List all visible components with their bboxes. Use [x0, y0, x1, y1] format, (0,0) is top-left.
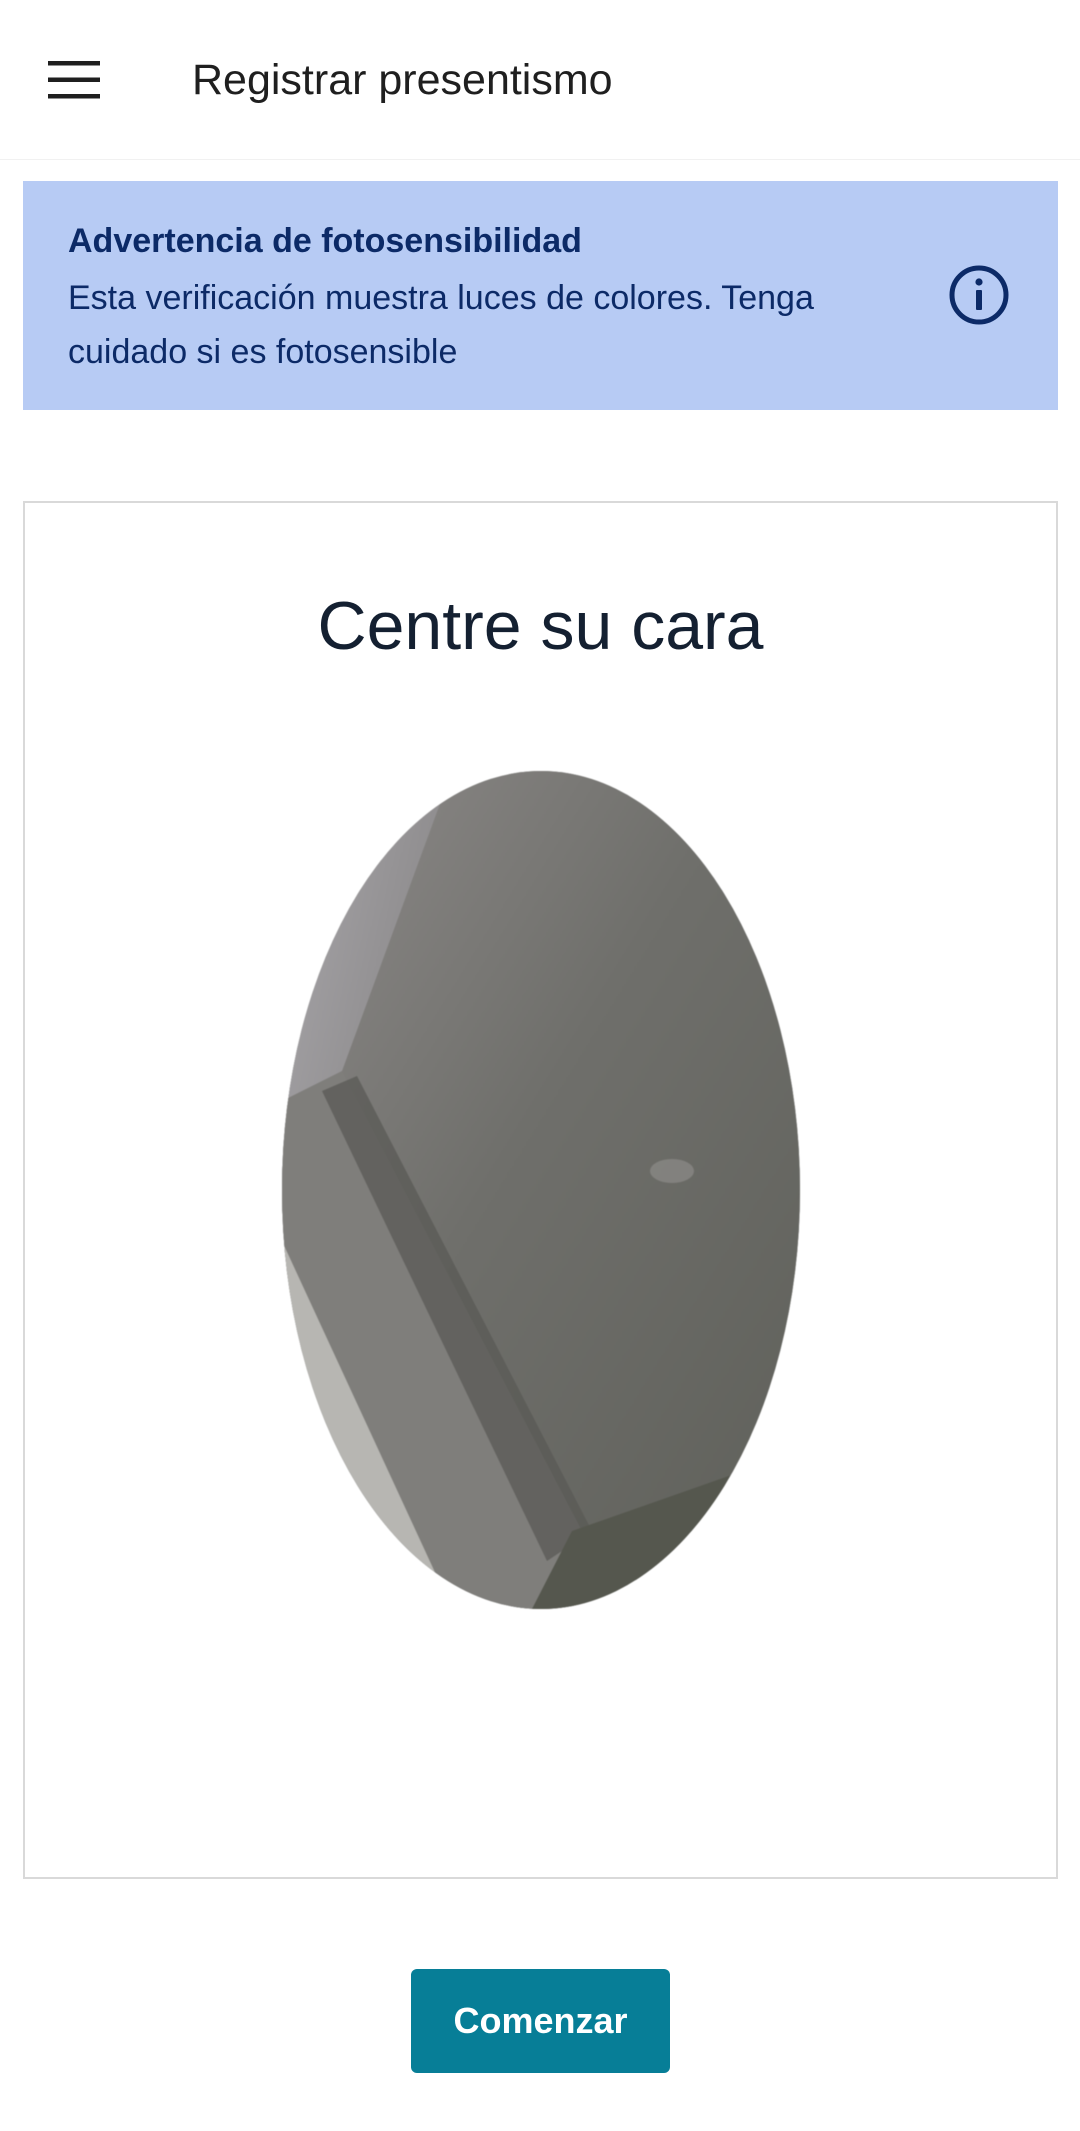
- camera-preview-oval: [282, 771, 800, 1609]
- info-icon[interactable]: [948, 264, 1010, 326]
- menu-button[interactable]: [30, 40, 118, 120]
- photosensitivity-warning-banner: Advertencia de fotosensibilidad Esta ver…: [23, 181, 1058, 410]
- page-title: Registrar presentismo: [192, 56, 613, 104]
- face-instruction-title: Centre su cara: [317, 588, 764, 664]
- top-app-bar: Registrar presentismo: [0, 0, 1080, 160]
- start-button[interactable]: Comenzar: [411, 1969, 670, 2073]
- warning-message: Esta verificación muestra luces de color…: [68, 279, 814, 371]
- face-capture-card: Centre su cara: [23, 501, 1058, 1879]
- hamburger-menu-icon: [48, 61, 100, 99]
- camera-feed-image: [282, 771, 800, 1609]
- warning-title: Advertencia de fotosensibilidad: [68, 222, 582, 260]
